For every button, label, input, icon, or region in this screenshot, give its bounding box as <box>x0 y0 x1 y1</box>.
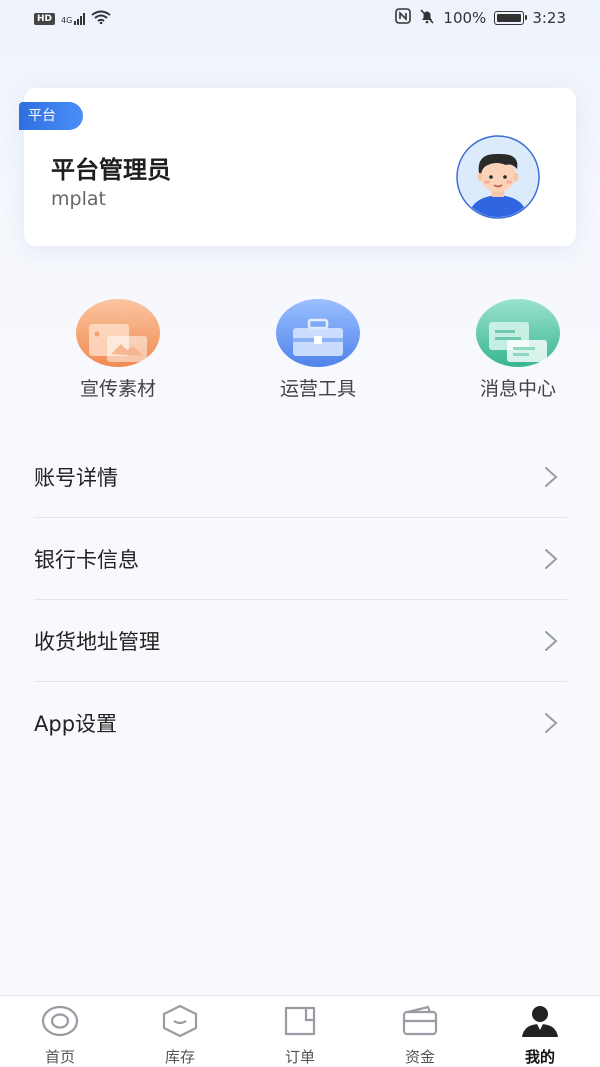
mute-bell-icon <box>419 8 435 28</box>
home-target-icon <box>41 1005 79 1037</box>
menu-item-account-details[interactable]: 账号详情 <box>34 436 567 518</box>
status-right: 100% 3:23 <box>395 8 566 28</box>
hd-badge: HD <box>34 13 56 25</box>
message-bubbles-icon <box>475 298 561 368</box>
wallet-icon <box>402 1005 438 1036</box>
tab-label: 首页 <box>44 1048 75 1066</box>
tab-label: 我的 <box>524 1048 555 1066</box>
user-icon <box>522 1006 558 1037</box>
quick-action-label: 宣传素材 <box>79 378 156 400</box>
tab-home[interactable]: 首页 <box>20 1004 100 1067</box>
chevron-right-icon <box>545 631 558 651</box>
image-stack-icon <box>75 298 161 368</box>
quick-action-promo-materials[interactable]: 宣传素材 <box>38 298 198 401</box>
menu-item-label: App设置 <box>34 712 118 736</box>
battery-icon <box>494 11 528 25</box>
bottom-tab-bar: 首页 库存 订单 资金 我的 <box>0 995 600 1067</box>
wifi-icon <box>91 10 111 28</box>
tab-mine[interactable]: 我的 <box>500 1004 580 1067</box>
menu-item-label: 收货地址管理 <box>34 630 160 654</box>
quick-action-label: 运营工具 <box>279 378 356 400</box>
menu-item-label: 银行卡信息 <box>34 548 139 572</box>
quick-action-operation-tools[interactable]: 运营工具 <box>238 298 398 401</box>
chevron-right-icon <box>545 549 558 569</box>
toolbox-icon <box>275 298 361 368</box>
menu-item-label: 账号详情 <box>34 466 118 490</box>
chevron-right-icon <box>545 713 558 733</box>
tab-inventory[interactable]: 库存 <box>140 1004 220 1067</box>
status-left: HD 4G <box>34 10 111 28</box>
tab-funds[interactable]: 资金 <box>380 1004 460 1067</box>
status-bar: HD 4G 100% 3:23 <box>0 0 600 38</box>
battery-percent: 100% <box>443 9 487 27</box>
tab-label: 订单 <box>284 1048 315 1066</box>
nfc-icon <box>395 8 412 28</box>
avatar[interactable] <box>446 135 550 219</box>
network-type: 4G <box>61 16 73 25</box>
settings-menu: 账号详情 银行卡信息 收货地址管理 App设置 <box>34 436 567 764</box>
quick-action-message-center[interactable]: 消息中心 <box>438 298 598 401</box>
menu-item-app-settings[interactable]: App设置 <box>34 682 567 764</box>
box-icon <box>162 1004 198 1038</box>
signal-icon: 4G <box>61 13 86 25</box>
role-tag: 平台 <box>19 102 83 130</box>
username: mplat <box>51 188 106 210</box>
quick-actions: 宣传素材 运营工具 消息中心 <box>0 298 600 408</box>
user-name: 平台管理员 <box>51 156 171 184</box>
tab-orders[interactable]: 订单 <box>260 1004 340 1067</box>
profile-card[interactable]: 平台 平台管理员 mplat <box>19 88 576 246</box>
quick-action-label: 消息中心 <box>479 378 556 400</box>
chevron-right-icon <box>545 467 558 487</box>
tab-label: 库存 <box>164 1048 195 1066</box>
order-doc-icon <box>284 1006 316 1036</box>
menu-item-shipping-address[interactable]: 收货地址管理 <box>34 600 567 682</box>
clock: 3:23 <box>532 9 566 27</box>
menu-item-bank-card[interactable]: 银行卡信息 <box>34 518 567 600</box>
tab-label: 资金 <box>404 1048 435 1066</box>
